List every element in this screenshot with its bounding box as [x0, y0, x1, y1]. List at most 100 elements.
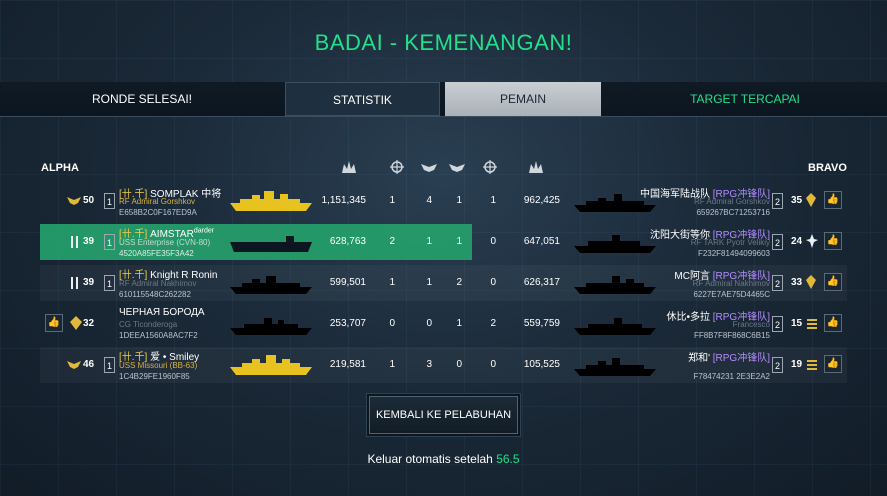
team-alpha-label: ALPHA — [41, 162, 79, 174]
enemy-rank-number: 2 — [772, 316, 783, 332]
player-level: 46 — [83, 359, 95, 370]
stat-assists: 1 — [426, 236, 432, 247]
team-bravo-label: BRAVO — [808, 162, 847, 174]
stat-assists: 0 — [426, 318, 432, 329]
enemy-rank-number: 2 — [772, 193, 783, 209]
rank-number: 1 — [104, 234, 115, 250]
damage-icon — [529, 161, 543, 173]
player-id: 1C4B29FE1960F85 — [119, 372, 190, 381]
enemy-level: 33 — [791, 277, 803, 288]
stat-assists: 1 — [426, 277, 432, 288]
damage-icon — [342, 161, 356, 173]
player-score: 219,581 — [329, 359, 366, 370]
player-score: 628,763 — [329, 236, 366, 247]
rank-bars-icon — [71, 277, 78, 289]
stat-kills: 0 — [389, 318, 395, 329]
enemy-rank-number: 2 — [772, 234, 783, 250]
stat-bases: 1 — [490, 195, 496, 206]
tab-players[interactable]: PEMAIN — [445, 82, 601, 116]
enemy-level: 15 — [791, 318, 803, 329]
enemy-level: 35 — [791, 195, 803, 206]
crosshair-icon — [483, 160, 497, 174]
enemy-score: 559,759 — [523, 318, 560, 329]
enemy-score: 105,525 — [523, 359, 560, 370]
ship-silhouette — [230, 276, 312, 294]
stat-kills: 1 — [389, 359, 395, 370]
stat-captures: 1 — [456, 195, 462, 206]
thumbs-up-icon[interactable]: 👍 — [824, 355, 842, 373]
rank-stripes-icon — [807, 319, 817, 329]
rank-star-icon — [806, 234, 818, 248]
table-row: 👍 32 ЧЕРНАЯ БОРОДА CG Ticonderoga 1DEEA1… — [40, 306, 847, 342]
rank-number: 1 — [104, 275, 115, 291]
rank-badge-icon — [806, 193, 816, 207]
stat-kills: 1 — [389, 277, 395, 288]
enemy-level: 24 — [791, 236, 803, 247]
enemy-rank-number: 2 — [772, 357, 783, 373]
enemy-score: 962,425 — [523, 195, 560, 206]
player-score: 599,501 — [329, 277, 366, 288]
table-row: 46 1 [卄.千] 爱 • Smiley USS Missouri (BB-6… — [40, 347, 847, 383]
return-to-port-button[interactable]: KEMBALI KE PELABUHAN — [369, 396, 518, 434]
thumbs-up-icon[interactable]: 👍 — [824, 191, 842, 209]
stat-captures: 1 — [456, 236, 462, 247]
player-id: 1DEEA1560A8AC7F2 — [119, 331, 198, 340]
enemy-player-id: FF8B7F8F868C6B15 — [693, 331, 770, 340]
rank-chevron-icon — [70, 316, 82, 330]
player-level: 50 — [83, 195, 95, 206]
wings-icon — [449, 164, 465, 172]
auto-exit-timer: Keluar otomatis setelah 56.5 — [367, 452, 520, 466]
target-achieved-label: TARGET TERCAPAI — [690, 92, 800, 106]
enemy-ship-name: RF TARK Pyotr Velikiy — [690, 238, 770, 247]
player-id: E658B2C0F167ED9A — [119, 208, 197, 217]
ship-name: RF Admiral Nakhimov — [119, 279, 197, 288]
enemy-player-id: F78474231 2E3E2A2 — [693, 372, 770, 381]
enemy-rank-number: 2 — [772, 275, 783, 291]
thumbs-up-icon[interactable]: 👍 — [824, 273, 842, 291]
enemy-ship-name: RF Admiral Nakhimov — [692, 279, 770, 288]
ship-silhouette — [230, 191, 312, 211]
enemy-ship-name: RF Admiral Gorshkov — [693, 197, 770, 206]
player-level: 39 — [83, 277, 95, 288]
thumbs-up-icon[interactable]: 👍 — [824, 232, 842, 250]
stat-bases: 0 — [490, 236, 496, 247]
enemy-player-name: 郑和' [RPG冲锋队] — [688, 353, 770, 364]
rank-wings-icon — [67, 361, 81, 369]
auto-exit-countdown: 56.5 — [496, 452, 520, 466]
ship-name: CG Ticonderoga — [119, 320, 178, 329]
ship-name: USS Missouri (BB-63) — [119, 361, 198, 370]
stat-bases: 2 — [490, 318, 496, 329]
table-row: 39 1 [卄.千] Knight R Ronin RF Admiral Nak… — [40, 265, 847, 301]
rank-wings-icon — [67, 197, 81, 205]
top-tab-bar: RONDE SELESAI! STATISTIK PEMAIN TARGET T… — [0, 82, 887, 117]
stat-captures: 1 — [456, 318, 462, 329]
enemy-player-id: F232F81494099603 — [697, 249, 770, 258]
round-finished-label: RONDE SELESAI! — [91, 92, 193, 106]
tab-statistics[interactable]: STATISTIK — [285, 82, 440, 116]
rank-stripes-icon — [807, 360, 817, 370]
battle-result-title: BADAI - KEMENANGAN! — [314, 30, 573, 55]
ship-name: USS Enterprise (CVN-80) — [119, 238, 211, 247]
ship-silhouette — [230, 355, 312, 375]
thumbs-up-icon[interactable]: 👍 — [824, 314, 842, 332]
ship-name: RF Admiral Gorshkov — [119, 197, 196, 206]
stat-bases: 0 — [490, 277, 496, 288]
table-row-highlighted: 39 1 [卄.千] AIMSTARdarder USS Enterprise … — [40, 224, 847, 260]
stat-assists: 4 — [426, 195, 432, 206]
rank-number: 1 — [104, 357, 115, 373]
ship-silhouette — [230, 318, 312, 335]
player-score: 1,151,345 — [321, 195, 367, 206]
enemy-score: 647,051 — [523, 236, 560, 247]
player-level: 32 — [83, 318, 95, 329]
crosshair-icon — [390, 160, 404, 174]
enemy-ship-name: Francesco — [732, 320, 770, 329]
stat-captures: 2 — [456, 277, 462, 288]
player-level: 39 — [83, 236, 95, 247]
wings-icon — [421, 164, 437, 172]
player-id: 4520A85FE35F3A42 — [119, 249, 194, 258]
thumbs-up-icon[interactable]: 👍 — [45, 314, 63, 332]
player-name: ЧЕРНАЯ БОРОДА — [119, 307, 205, 318]
stat-assists: 3 — [426, 359, 432, 370]
enemy-score: 626,317 — [523, 277, 560, 288]
enemy-player-id: 6227E7AE75D4465C — [693, 290, 770, 299]
